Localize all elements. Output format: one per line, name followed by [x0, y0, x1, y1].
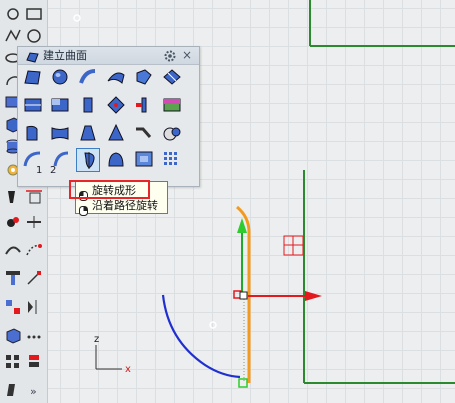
surface-from-points-icon[interactable]: [21, 66, 45, 88]
sweep-surface-icon[interactable]: [76, 66, 100, 88]
point-grid-icon[interactable]: [160, 148, 184, 170]
corner-surface-icon[interactable]: [48, 94, 72, 116]
network-surface-icon[interactable]: [160, 66, 184, 88]
tooltip-item-rail-revolve: 沿着路径旋转: [76, 198, 167, 216]
snap-marker: [209, 321, 217, 329]
array-icon[interactable]: [3, 297, 23, 317]
axis-z-label: z: [94, 334, 99, 345]
sphere-surface-icon[interactable]: [48, 66, 72, 88]
brush-icon[interactable]: [3, 187, 23, 207]
sweep-2-label: 2: [50, 165, 57, 176]
axis-x-label: x: [125, 364, 131, 375]
drape-surface-icon[interactable]: [132, 148, 156, 170]
plane-surface-icon[interactable]: [21, 94, 45, 116]
gumball-handle-green[interactable]: [238, 378, 248, 388]
rail-revolve-icon[interactable]: [132, 94, 156, 116]
circle-tool-icon[interactable]: [24, 26, 44, 46]
rectangle-tool-icon[interactable]: [24, 4, 44, 24]
highlight-annotation-box: [69, 180, 150, 199]
array-points-icon[interactable]: [24, 325, 44, 345]
ruled-surface-icon[interactable]: [48, 122, 72, 144]
orient-icon[interactable]: [24, 268, 44, 288]
move-icon[interactable]: [3, 380, 23, 400]
extrude-to-point-icon[interactable]: [104, 122, 128, 144]
gumball-center[interactable]: [239, 291, 248, 300]
stack-icon[interactable]: [24, 352, 44, 372]
dimension-icon[interactable]: [24, 187, 44, 207]
boolean-icon[interactable]: [3, 212, 23, 232]
loft-surface-icon[interactable]: [104, 66, 128, 88]
edge-surface-icon[interactable]: [104, 94, 128, 116]
blend-surface-icon[interactable]: [160, 122, 184, 144]
split-icon[interactable]: [24, 212, 44, 232]
sweep-1-label: 1: [36, 165, 43, 176]
rail-revolve-surface-icon[interactable]: [104, 148, 128, 170]
close-icon[interactable]: ×: [182, 47, 192, 63]
snap-marker: [73, 14, 81, 22]
text-tool-icon[interactable]: [3, 268, 23, 288]
mirror-icon[interactable]: [24, 297, 44, 317]
point-tool-icon[interactable]: [3, 4, 23, 24]
polyline-tool-icon[interactable]: [3, 26, 23, 46]
grid-array-icon[interactable]: [3, 352, 23, 372]
panel-title-bar[interactable]: 建立曲面 ×: [18, 47, 199, 65]
extrude-curve-icon[interactable]: [21, 122, 45, 144]
tapered-extrude-icon[interactable]: [76, 122, 100, 144]
panel-title: 建立曲面: [43, 49, 87, 62]
extrude-surface-icon[interactable]: [76, 94, 100, 116]
revolve-button[interactable]: [76, 148, 100, 172]
profile-curve-blue[interactable]: [161, 294, 241, 379]
toolbar-expand-button[interactable]: »: [30, 385, 37, 398]
gear-icon[interactable]: [163, 48, 177, 62]
tooltip-text-rail-revolve: 沿着路径旋转: [92, 199, 158, 212]
curve-along-icon[interactable]: [132, 122, 156, 144]
curve-point-icon[interactable]: [24, 240, 44, 260]
right-click-icon: [79, 201, 88, 216]
heightfield-icon[interactable]: [160, 94, 184, 116]
gumball-x-arrow[interactable]: [305, 291, 322, 301]
patch-surface-icon[interactable]: [132, 66, 156, 88]
panel-surface-icon: [26, 49, 39, 63]
box-icon[interactable]: [3, 325, 23, 345]
curve-edit-icon[interactable]: [3, 240, 23, 260]
